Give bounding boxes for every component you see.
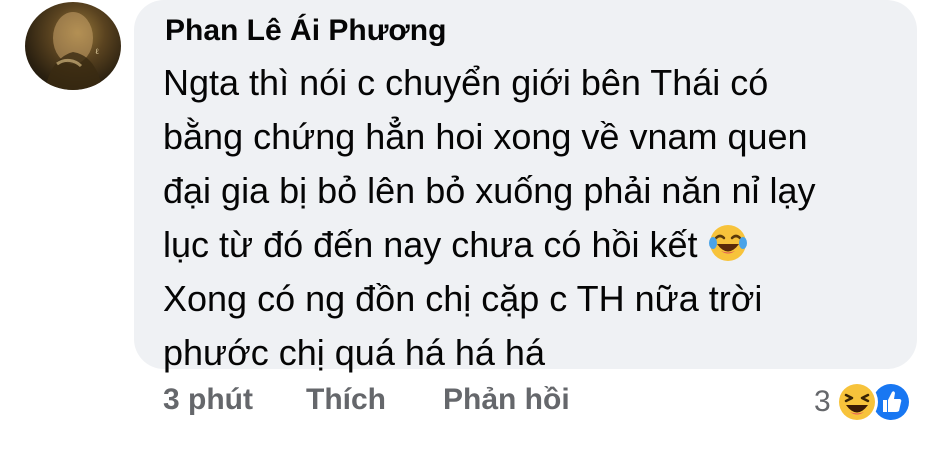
comment-text: Ngta thì nói c chuyển giới bên Thái có b…	[163, 56, 883, 380]
comment-line: Ngta thì nói c chuyển giới bên Thái có	[163, 62, 769, 103]
reaction-icons	[835, 380, 913, 424]
comment-line: đại gia bị bỏ lên bỏ xuống phải năn nỉ l…	[163, 170, 816, 211]
haha-reaction-icon	[835, 380, 879, 429]
comment-line: Xong có ng đồn chị cặp c TH nữa trời	[163, 278, 763, 319]
comment-line: phước chị quá há há há	[163, 332, 545, 373]
laughing-tears-emoji-icon	[708, 223, 748, 263]
svg-text:ℓ: ℓ	[95, 47, 99, 56]
comment-line-with-emoji: lục từ đó đến nay chưa có hồi kết	[163, 218, 883, 272]
reactions-summary[interactable]: 3	[814, 380, 913, 424]
comment-line: lục từ đó đến nay chưa có hồi kết	[163, 224, 698, 265]
comment-line: bằng chứng hẳn hoi xong về vnam quen	[163, 116, 808, 157]
reply-button[interactable]: Phản hồi	[443, 383, 570, 417]
timestamp-link[interactable]: 3 phút	[163, 383, 253, 417]
avatar[interactable]: ℓ	[25, 2, 121, 90]
like-button[interactable]: Thích	[306, 383, 386, 417]
comment-author[interactable]: Phan Lê Ái Phương	[165, 14, 446, 48]
reaction-count: 3	[814, 385, 831, 418]
